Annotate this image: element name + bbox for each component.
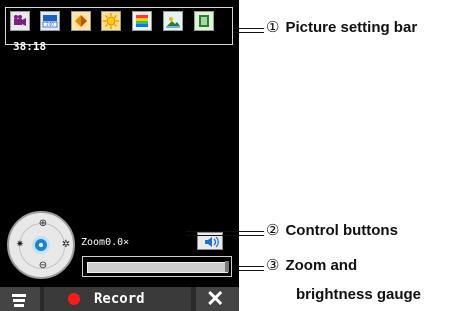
movie-camera-icon[interactable] xyxy=(10,11,30,31)
recording-timer: 38:18 xyxy=(13,40,47,53)
zoom-out-icon[interactable]: ⊖ xyxy=(37,260,49,272)
brightness-up-icon[interactable]: ✲ xyxy=(60,239,72,251)
movie-camera-glyph xyxy=(14,15,26,26)
callout-line-zoom-brightness xyxy=(238,266,264,271)
zoom-level-text: Zoom0.0× xyxy=(81,237,130,248)
exposure-icon[interactable] xyxy=(71,11,91,31)
callout-zoom-brightness-1: ③ Zoom and xyxy=(266,256,357,274)
zoom-brightness-gauge[interactable] xyxy=(82,256,232,277)
callout-picture-setting: ① Picture setting bar xyxy=(266,18,417,36)
callout-number-1: ① xyxy=(266,19,280,36)
callout-text-1: Picture setting bar xyxy=(285,19,418,36)
resolution-text: 240 xyxy=(46,22,54,27)
gauge-track xyxy=(87,261,229,273)
dial-center-button[interactable] xyxy=(32,236,50,254)
color-icon[interactable] xyxy=(132,11,152,31)
gauge-end-cap xyxy=(225,261,229,272)
callout-number-2: ② xyxy=(266,222,280,239)
frame-glyph xyxy=(199,15,209,27)
color-bars-glyph xyxy=(136,15,148,27)
callout-text-3b: brightness gauge xyxy=(296,286,422,303)
record-icon xyxy=(68,293,80,305)
callout-line-control-buttons xyxy=(186,231,264,236)
scene-icon[interactable] xyxy=(163,11,183,31)
white-balance-icon[interactable] xyxy=(101,11,121,31)
camera-screen: 240 38:18 ⊕ ⊖ ✷ ✲ Zoom0.0× Record ✕ xyxy=(0,0,239,311)
resolution-icon[interactable]: 240 xyxy=(40,11,60,31)
scene-glyph xyxy=(166,17,180,28)
control-dial[interactable]: ⊕ ⊖ ✷ ✲ xyxy=(7,211,75,279)
record-button[interactable]: Record xyxy=(44,287,191,311)
close-button[interactable]: ✕ xyxy=(196,287,239,311)
callout-text-2: Control buttons xyxy=(285,222,398,239)
resolution-glyph: 240 xyxy=(42,15,58,28)
sun-glyph xyxy=(103,13,119,29)
zoom-in-icon[interactable]: ⊕ xyxy=(37,218,49,230)
menu-button[interactable] xyxy=(0,287,40,311)
close-icon: ✕ xyxy=(206,286,225,311)
callout-zoom-brightness-2: brightness gauge xyxy=(296,286,421,303)
callout-number-3: ③ xyxy=(266,257,280,274)
record-label: Record xyxy=(94,291,145,307)
picture-setting-bar: 240 38:18 xyxy=(5,7,233,53)
brightness-down-icon[interactable]: ✷ xyxy=(14,239,26,251)
frame-icon[interactable] xyxy=(194,11,214,31)
callout-control-buttons: ② Control buttons xyxy=(266,221,398,239)
callout-text-3a: Zoom and xyxy=(285,257,358,274)
callout-line-picture-setting xyxy=(234,28,264,33)
bottom-bar: Record ✕ xyxy=(0,287,239,311)
exposure-glyph xyxy=(75,15,87,27)
